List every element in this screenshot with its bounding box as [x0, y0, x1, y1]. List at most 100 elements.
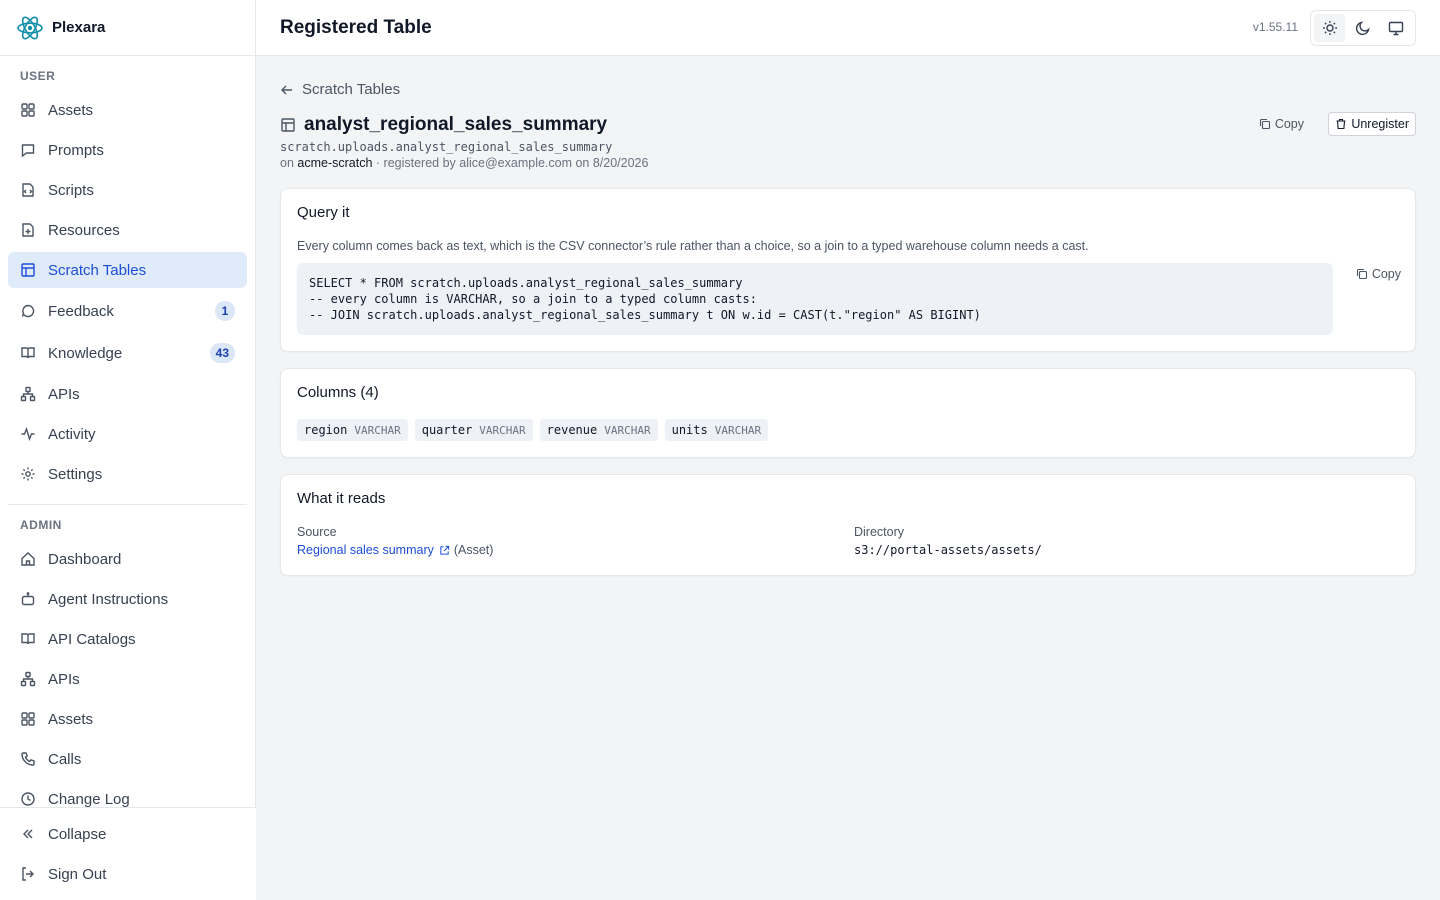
meta-registered: · registered by alice@example.com on 8/2… — [375, 156, 649, 170]
copy-icon — [1356, 268, 1367, 280]
sidebar-item-label: Scratch Tables — [48, 261, 147, 279]
brand-name: Plexara — [52, 19, 106, 36]
sidebar-item-label: Calls — [48, 750, 82, 768]
columns-card-title: Columns (4) — [297, 384, 379, 401]
column-type: VARCHAR — [479, 423, 526, 437]
sidebar-item-api-catalogs[interactable]: API Catalogs — [8, 621, 247, 657]
sidebar-item-label: APIs — [48, 670, 80, 688]
source-value: Regional sales summary (Asset) — [297, 543, 493, 557]
trash-icon — [1336, 118, 1346, 130]
table-fqn: scratch.uploads.analyst_regional_sales_s… — [280, 140, 613, 154]
sidebar-item-label: Dashboard — [48, 550, 122, 568]
activity-icon — [20, 426, 36, 442]
sidebar-item-knowledge[interactable]: Knowledge 43 — [8, 335, 247, 371]
table-meta: on acme-scratch · registered by alice@ex… — [280, 156, 648, 170]
column-type: VARCHAR — [714, 423, 762, 437]
sidebar-item-label: Knowledge — [48, 344, 123, 362]
column-chip: revenue VARCHAR — [539, 419, 658, 441]
home-icon — [20, 551, 36, 567]
copy-name-button[interactable]: Copy — [1253, 112, 1310, 136]
reads-card: What it reads Source Regional sales summ… — [280, 474, 1416, 576]
clock-icon — [20, 791, 36, 807]
sidebar-item-label: Change Log — [48, 790, 130, 808]
column-chip: region VARCHAR — [297, 419, 408, 441]
copy-icon — [1259, 118, 1270, 130]
source-link[interactable]: Regional sales summary — [297, 543, 434, 557]
network-icon — [20, 671, 36, 687]
brand[interactable]: Plexara — [0, 0, 255, 56]
atom-logo-icon — [17, 16, 43, 39]
directory-label: Directory — [854, 525, 905, 539]
sidebar-item-label: Feedback — [48, 302, 114, 320]
log-out-icon — [20, 866, 36, 882]
sidebar-item-resources[interactable]: Resources — [8, 212, 247, 248]
grid-icon — [20, 711, 36, 727]
column-type: VARCHAR — [604, 423, 651, 437]
sidebar-item-assets[interactable]: Assets — [8, 92, 247, 128]
sidebar-item-admin-assets[interactable]: Assets — [8, 701, 247, 737]
sidebar-item-agent-instructions[interactable]: Agent Instructions — [8, 581, 247, 617]
sidebar-item-admin-apis[interactable]: APIs — [8, 661, 247, 697]
main-content: Scratch Tables analyst_regional_sales_su… — [256, 56, 1440, 900]
feedback-count-badge: 1 — [215, 301, 235, 321]
sidebar-item-label: Assets — [48, 101, 94, 119]
arrow-left-icon — [281, 85, 292, 94]
meta-on: on — [280, 156, 294, 170]
back-link[interactable]: Scratch Tables — [280, 81, 400, 98]
copy-label: Copy — [1274, 117, 1304, 131]
knowledge-count-badge: 43 — [209, 343, 235, 363]
moon-icon — [1355, 21, 1370, 36]
book-icon — [20, 345, 36, 361]
directory-value: s3://portal-assets/assets/ — [854, 543, 1042, 557]
book-open-icon — [20, 631, 36, 647]
query-card-title: Query it — [297, 204, 350, 221]
column-name: region — [304, 423, 348, 437]
file-plus-icon — [20, 222, 36, 238]
version-label: v1.55.11 — [1252, 20, 1298, 34]
chat-icon — [20, 303, 36, 319]
copy-query-button[interactable]: Copy — [1356, 267, 1401, 281]
source-label: Source — [297, 525, 337, 539]
dark-theme-button[interactable] — [1347, 14, 1378, 42]
table-icon — [20, 262, 36, 278]
column-name: revenue — [546, 423, 598, 437]
unregister-label: Unregister — [1351, 117, 1409, 131]
sidebar-item-label: Activity — [48, 425, 96, 443]
collapse-button[interactable]: Collapse — [8, 816, 247, 852]
top-header: Registered Table v1.55.11 — [256, 0, 1440, 56]
sidebar-item-label: APIs — [48, 385, 80, 403]
table-icon — [281, 118, 295, 132]
sidebar-item-settings[interactable]: Settings — [8, 456, 247, 492]
sidebar-item-apis[interactable]: APIs — [8, 376, 247, 412]
sidebar-item-scripts[interactable]: Scripts — [8, 172, 247, 208]
sidebar-item-calls[interactable]: Calls — [8, 741, 247, 777]
bot-icon — [20, 591, 36, 607]
unregister-button[interactable]: Unregister — [1328, 112, 1416, 136]
sidebar-divider — [8, 504, 247, 505]
sidebar-item-prompts[interactable]: Prompts — [8, 132, 247, 168]
sidebar-item-label: Scripts — [48, 181, 94, 199]
sidebar-item-activity[interactable]: Activity — [8, 416, 247, 452]
sidebar-footer: Collapse Sign Out — [0, 807, 256, 900]
external-link-icon[interactable] — [439, 545, 450, 556]
sidebar-item-scratch-tables[interactable]: Scratch Tables — [8, 252, 247, 288]
column-chip-list: region VARCHAR quarter VARCHAR revenue VARC… — [297, 419, 769, 441]
phone-icon — [20, 751, 36, 767]
query-code-block[interactable]: SELECT * FROM scratch.uploads.analyst_re… — [297, 263, 1333, 335]
gear-icon — [20, 466, 36, 482]
table-heading: analyst_regional_sales_summary — [280, 114, 607, 136]
sidebar-item-feedback[interactable]: Feedback 1 — [8, 293, 247, 329]
sign-out-label: Sign Out — [48, 865, 107, 883]
light-theme-button[interactable] — [1314, 14, 1346, 42]
reads-card-title: What it reads — [297, 490, 386, 507]
column-chip: quarter VARCHAR — [414, 419, 533, 441]
system-theme-button[interactable] — [1381, 14, 1412, 42]
columns-card: Columns (4) region VARCHAR quarter VARCHAR… — [280, 368, 1416, 458]
query-description: Every column comes back as text, which i… — [297, 239, 1089, 253]
sidebar-item-dashboard[interactable]: Dashboard — [8, 541, 247, 577]
user-section-label: USER — [20, 69, 56, 83]
sign-out-button[interactable]: Sign Out — [8, 856, 247, 892]
column-name: quarter — [421, 423, 473, 437]
sidebar-item-label: Settings — [48, 465, 103, 483]
connection-name: acme-scratch — [297, 156, 373, 170]
